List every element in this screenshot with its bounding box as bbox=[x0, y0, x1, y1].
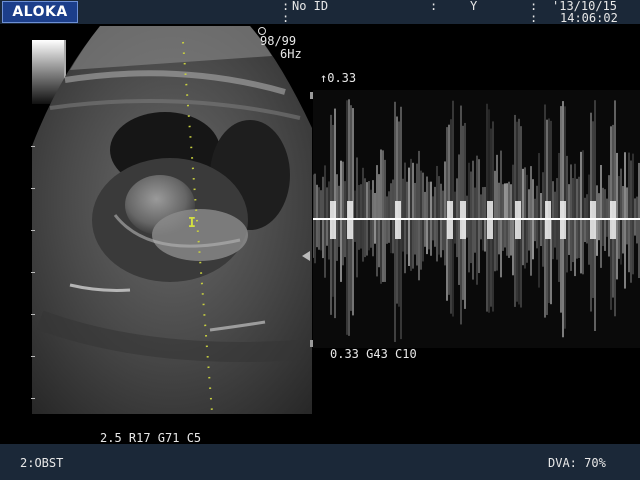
preset-label: 2:OBST bbox=[20, 456, 64, 470]
doppler-scale-top: ↑0.33 bbox=[320, 71, 357, 85]
depth-tick bbox=[31, 272, 35, 273]
exam-time: 14:06:02 bbox=[560, 11, 618, 25]
dva-label: DVA: 70% bbox=[548, 456, 606, 470]
colon-separator: : bbox=[430, 0, 438, 13]
frame-info: 98/99 bbox=[260, 34, 297, 48]
colon-separator: : bbox=[530, 11, 538, 25]
depth-tick bbox=[31, 188, 35, 189]
depth-tick bbox=[31, 314, 35, 315]
depth-tick bbox=[31, 356, 35, 357]
doppler-settings: 0.33 G43 C10 bbox=[330, 347, 417, 361]
sample-gate-icon[interactable]: I bbox=[188, 216, 196, 231]
frame-rate: 6Hz bbox=[280, 47, 302, 61]
b-mode-settings: 2.5 R17 G71 C5 bbox=[100, 431, 202, 445]
depth-tick bbox=[31, 230, 35, 231]
field-y: Y bbox=[470, 0, 478, 13]
depth-tick bbox=[31, 146, 35, 147]
depth-tick bbox=[31, 398, 35, 399]
b-mode-image[interactable] bbox=[0, 0, 320, 430]
focus-triangle-icon bbox=[302, 251, 310, 261]
bottom-status-bar: 2:OBST DVA: 70% bbox=[0, 444, 640, 480]
doppler-spectrum[interactable] bbox=[313, 90, 640, 348]
